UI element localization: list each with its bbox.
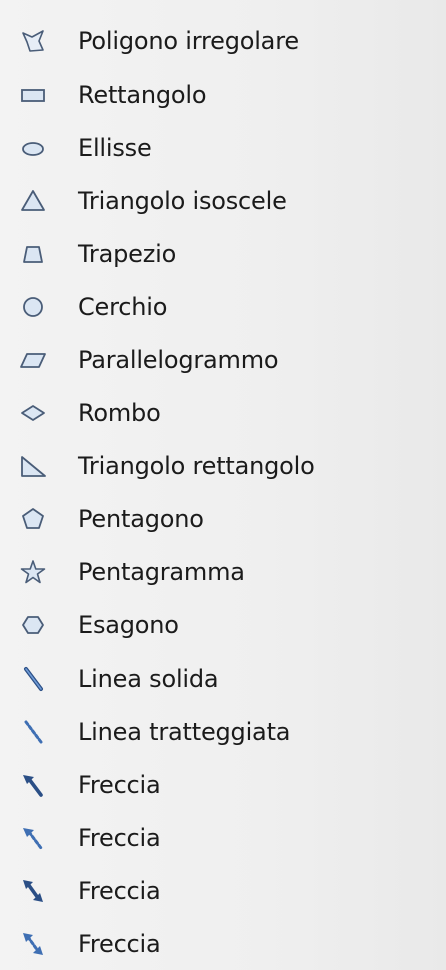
shape-item-label: Freccia bbox=[78, 771, 161, 799]
arrow-icon bbox=[18, 770, 48, 800]
shape-item-solid-line[interactable]: Linea solida bbox=[0, 657, 420, 701]
double-arrow-icon bbox=[18, 876, 48, 906]
rhombus-icon bbox=[18, 398, 48, 428]
shape-item-label: Freccia bbox=[78, 824, 161, 852]
shape-item-arrow-4[interactable]: Freccia bbox=[0, 922, 420, 966]
shape-item-trapezoid[interactable]: Trapezio bbox=[0, 232, 420, 276]
shape-item-rhombus[interactable]: Rombo bbox=[0, 391, 420, 435]
shape-item-label: Esagono bbox=[78, 611, 179, 639]
rectangle-icon bbox=[18, 80, 48, 110]
irregular-polygon-icon bbox=[18, 26, 48, 56]
shape-item-parallelogram[interactable]: Parallelogrammo bbox=[0, 338, 420, 382]
hexagon-icon bbox=[18, 610, 48, 640]
shape-item-label: Trapezio bbox=[78, 240, 177, 268]
parallelogram-icon bbox=[18, 345, 48, 375]
shape-list-panel: Poligono irregolare Rettangolo Ellisse T… bbox=[0, 0, 446, 970]
shape-item-label: Rombo bbox=[78, 399, 161, 427]
shape-item-label: Freccia bbox=[78, 930, 161, 958]
shape-item-circle[interactable]: Cerchio bbox=[0, 285, 420, 329]
circle-icon bbox=[18, 292, 48, 322]
shape-item-arrow-3[interactable]: Freccia bbox=[0, 869, 420, 913]
shape-item-label: Parallelogrammo bbox=[78, 346, 279, 374]
shape-item-isosceles-triangle[interactable]: Triangolo isoscele bbox=[0, 179, 420, 223]
shape-item-irregular-polygon[interactable]: Poligono irregolare bbox=[0, 19, 420, 63]
shape-item-label: Freccia bbox=[78, 877, 161, 905]
trapezoid-icon bbox=[18, 239, 48, 269]
pentagram-icon bbox=[18, 557, 48, 587]
shape-item-label: Poligono irregolare bbox=[78, 27, 299, 55]
dashed-line-icon bbox=[18, 717, 48, 747]
shape-item-label: Triangolo rettangolo bbox=[78, 452, 315, 480]
shape-item-label: Triangolo isoscele bbox=[78, 187, 287, 215]
shape-item-rectangle[interactable]: Rettangolo bbox=[0, 73, 420, 117]
shape-item-label: Cerchio bbox=[78, 293, 168, 321]
shape-item-label: Linea tratteggiata bbox=[78, 718, 291, 746]
shape-item-arrow-2[interactable]: Freccia bbox=[0, 816, 420, 860]
pentagon-icon bbox=[18, 504, 48, 534]
isosceles-triangle-icon bbox=[18, 186, 48, 216]
shape-item-label: Pentagono bbox=[78, 505, 204, 533]
ellipse-icon bbox=[18, 133, 48, 163]
right-triangle-icon bbox=[18, 451, 48, 481]
shape-item-ellipse[interactable]: Ellisse bbox=[0, 126, 420, 170]
dashed-arrow-icon bbox=[18, 823, 48, 853]
shape-item-label: Linea solida bbox=[78, 665, 219, 693]
shape-item-label: Ellisse bbox=[78, 134, 152, 162]
shape-item-dashed-line[interactable]: Linea tratteggiata bbox=[0, 710, 420, 754]
shape-item-hexagon[interactable]: Esagono bbox=[0, 603, 420, 647]
shape-item-pentagram[interactable]: Pentagramma bbox=[0, 550, 420, 594]
solid-line-icon bbox=[18, 664, 48, 694]
shape-item-arrow-1[interactable]: Freccia bbox=[0, 763, 420, 807]
shape-item-label: Pentagramma bbox=[78, 558, 245, 586]
shape-item-right-triangle[interactable]: Triangolo rettangolo bbox=[0, 444, 420, 488]
shape-item-label: Rettangolo bbox=[78, 81, 207, 109]
dashed-double-arrow-icon bbox=[18, 929, 48, 959]
shape-item-pentagon[interactable]: Pentagono bbox=[0, 497, 420, 541]
